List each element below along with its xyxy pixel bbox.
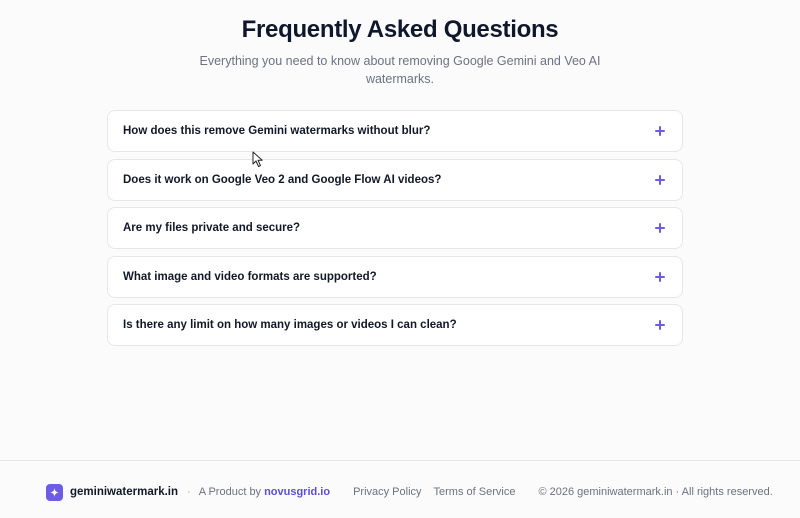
footer-copyright: © 2026 geminiwatermark.in · All rights r… <box>538 486 773 498</box>
footer-product-link[interactable]: novusgrid.io <box>264 486 330 498</box>
footer-separator: · <box>187 486 191 498</box>
faq-subtitle: Everything you need to know about removi… <box>199 54 601 86</box>
faq-item-privacy[interactable]: Are my files private and secure? <box>107 207 683 249</box>
faq-question: How does this remove Gemini watermarks w… <box>123 125 431 137</box>
plus-icon <box>655 320 665 330</box>
faq-question: Does it work on Google Veo 2 and Google … <box>123 173 442 186</box>
faq-question: What image and video formats are support… <box>123 270 377 283</box>
faq-list: How does this remove Gemini watermarks w… <box>107 110 683 353</box>
plus-icon <box>655 126 665 136</box>
faq-section: Frequently Asked Questions Everything yo… <box>0 0 800 460</box>
faq-item-formats[interactable]: What image and video formats are support… <box>107 255 683 298</box>
faq-question: Is there any limit on how many images or… <box>123 319 457 331</box>
footer-product-by: A Product by <box>198 486 262 498</box>
plus-icon <box>655 174 665 185</box>
faq-title: Frequently Asked Questions <box>241 16 559 43</box>
terms-of-service-link[interactable]: Terms of Service <box>434 486 516 498</box>
faq-question: Are my files private and secure? <box>123 222 301 234</box>
privacy-policy-link[interactable]: Privacy Policy <box>353 486 421 498</box>
faq-item-limits[interactable]: Is there any limit on how many images or… <box>107 304 683 346</box>
footer-brand-name[interactable]: geminiwatermark.in <box>70 486 178 498</box>
plus-icon <box>655 223 665 233</box>
site-footer: geminiwatermark.in · A Product by novusg… <box>0 460 800 518</box>
faq-item-watermark-removal[interactable]: How does this remove Gemini watermarks w… <box>107 110 683 152</box>
sparkle-icon[interactable] <box>46 483 63 501</box>
faq-item-veo-flow-support[interactable]: Does it work on Google Veo 2 and Google … <box>107 158 683 201</box>
mouse-cursor-icon <box>252 151 263 167</box>
footer-row: geminiwatermark.in · A Product by novusg… <box>46 483 773 501</box>
plus-icon <box>655 271 665 282</box>
